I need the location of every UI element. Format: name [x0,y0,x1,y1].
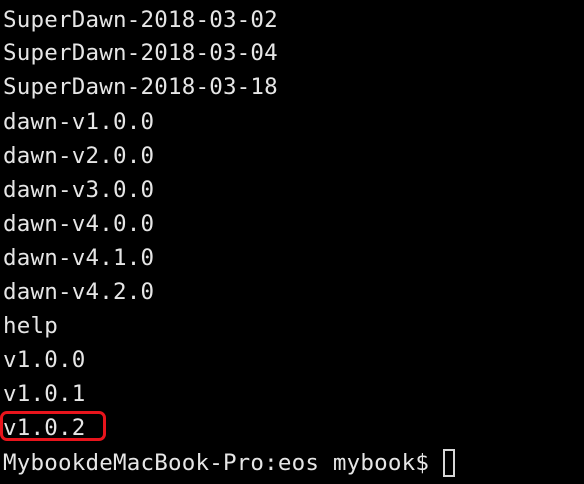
prompt-line[interactable]: MybookdeMacBook-Pro:eos mybook$ [3,446,456,480]
output-line: v1.0.1 [3,381,86,407]
cursor-block [443,449,456,477]
terminal-window[interactable]: SuperDawn-2018-03-02 SuperDawn-2018-03-0… [0,0,584,484]
output-line: SuperDawn-2018-03-18 [3,74,278,100]
output-line: SuperDawn-2018-03-04 [3,40,278,66]
output-line: SuperDawn-2018-03-02 [3,7,278,33]
red-highlight-box [0,411,106,441]
output-line: help [3,313,58,339]
prompt-text: MybookdeMacBook-Pro:eos mybook$ [3,450,430,476]
output-line: dawn-v3.0.0 [3,177,155,203]
output-line: dawn-v4.2.0 [3,279,155,305]
output-line: dawn-v4.0.0 [3,211,155,237]
output-line: dawn-v1.0.0 [3,109,155,135]
output-line: dawn-v2.0.0 [3,143,155,169]
output-line: v1.0.0 [3,347,86,373]
output-line: dawn-v4.1.0 [3,245,155,271]
